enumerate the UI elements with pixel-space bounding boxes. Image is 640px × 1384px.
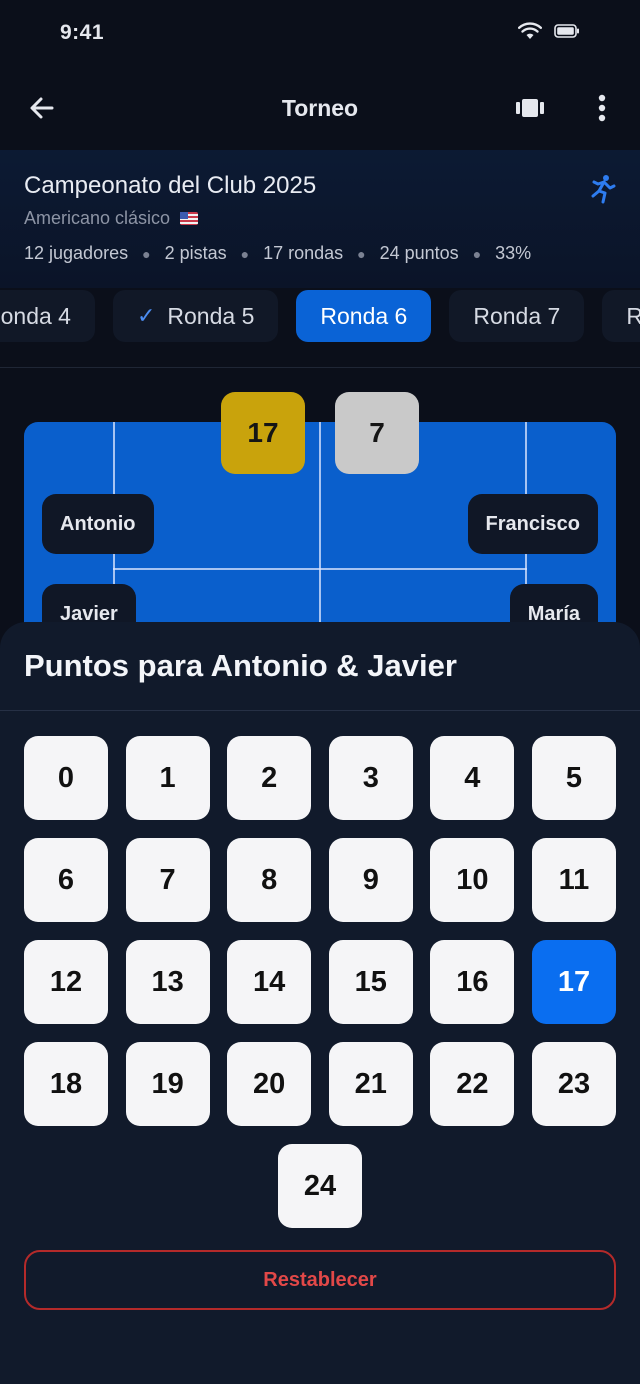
sheet-title: Puntos para Antonio & Javier <box>24 648 457 683</box>
team-a-score[interactable]: 17 <box>221 392 305 474</box>
more-options-button[interactable] <box>574 80 630 136</box>
separator-dot: ● <box>472 245 482 262</box>
divider <box>0 710 640 711</box>
tab-label: Ronda 5 <box>167 302 255 329</box>
separator-dot: ● <box>240 245 250 262</box>
tab-label: Ronda 7 <box>473 302 561 329</box>
tab-ronda-8[interactable]: Ronda 8 <box>602 290 640 342</box>
app-bar: Torneo <box>0 66 640 150</box>
points-button-24[interactable]: 24 <box>277 1144 362 1228</box>
stat-progress: 33% <box>495 243 532 263</box>
tournament-format: Americano clásico <box>24 208 171 228</box>
wifi-icon <box>518 21 542 45</box>
points-button-6[interactable]: 6 <box>24 838 108 922</box>
points-button-19[interactable]: 19 <box>125 1042 210 1126</box>
separator-dot: ● <box>142 245 151 262</box>
status-bar: 9:41 <box>0 0 640 66</box>
check-icon: ✓ <box>136 303 156 328</box>
points-button-3[interactable]: 3 <box>328 736 413 820</box>
more-vert-icon <box>598 94 606 122</box>
us-flag-icon <box>180 212 199 225</box>
player-team-a-1: Antonio <box>42 494 154 554</box>
tournament-subtitle: Americano clásico <box>24 208 616 229</box>
points-button-22[interactable]: 22 <box>430 1042 515 1126</box>
status-icons <box>518 21 580 45</box>
tournament-stats: 12 jugadores ● 2 pistas ● 17 rondas ● 24… <box>24 243 616 264</box>
runner-button[interactable] <box>590 174 616 209</box>
tab-ronda-6[interactable]: Ronda 6 <box>296 290 432 342</box>
tab-label: Ronda 6 <box>320 302 408 329</box>
tournament-header: Campeonato del Club 2025 Americano clási… <box>0 150 640 288</box>
battery-icon <box>554 23 580 43</box>
arrow-back-icon <box>30 97 54 119</box>
points-button-8[interactable]: 8 <box>227 838 312 922</box>
points-button-16[interactable]: 16 <box>430 940 515 1024</box>
points-button-21[interactable]: 21 <box>328 1042 413 1126</box>
separator-dot: ● <box>357 245 366 262</box>
player-team-b-1: Francisco <box>467 494 598 554</box>
points-button-1[interactable]: 1 <box>125 736 210 820</box>
points-button-12[interactable]: 12 <box>24 940 108 1024</box>
tab-ronda-5[interactable]: ✓ Ronda 5 <box>112 290 279 342</box>
tab-label: Ronda 4 <box>0 302 71 329</box>
reset-button[interactable]: Restablecer <box>24 1250 616 1310</box>
tournament-title: Campeonato del Club 2025 <box>24 172 317 199</box>
points-button-11[interactable]: 11 <box>531 838 616 922</box>
court-area: 17 7 Antonio Javier Francisco María <box>0 368 640 682</box>
points-bottom-sheet: Puntos para Antonio & Javier 01234567891… <box>0 622 640 1384</box>
stat-rounds: 17 rondas <box>263 243 344 263</box>
points-button-4[interactable]: 4 <box>430 736 515 820</box>
points-button-14[interactable]: 14 <box>227 940 312 1024</box>
tab-label: Ronda 8 <box>626 303 640 330</box>
tab-ronda-4[interactable]: Ronda 4 <box>0 290 95 342</box>
back-button[interactable] <box>14 80 70 136</box>
stat-points: 24 puntos <box>379 243 459 263</box>
points-button-18[interactable]: 18 <box>24 1042 108 1126</box>
points-button-13[interactable]: 13 <box>125 940 210 1024</box>
points-button-9[interactable]: 9 <box>328 838 413 922</box>
points-button-10[interactable]: 10 <box>430 838 515 922</box>
screen-share-icon <box>516 99 544 117</box>
round-tabs-track: Ronda 4 ✓ Ronda 5 Ronda 6 Ronda 7 Ronda … <box>0 290 640 342</box>
tab-ronda-7[interactable]: Ronda 7 <box>449 290 585 342</box>
screen-share-button[interactable] <box>502 80 558 136</box>
points-button-5[interactable]: 5 <box>531 736 616 820</box>
points-button-0[interactable]: 0 <box>24 736 108 820</box>
stat-courts: 2 pistas <box>164 243 227 263</box>
court-line <box>113 568 527 570</box>
points-grid: 0 1 2 3 4 5 6 7 8 9 10 11 12 13 14 15 16 17 18 19 20 21 22 23 24 <box>24 736 616 1228</box>
points-button-17[interactable]: 17 <box>531 940 616 1024</box>
points-button-2[interactable]: 2 <box>227 736 312 820</box>
points-button-7[interactable]: 7 <box>125 838 210 922</box>
points-button-23[interactable]: 23 <box>531 1042 616 1126</box>
status-time: 9:41 <box>60 21 105 44</box>
points-button-15[interactable]: 15 <box>328 940 413 1024</box>
stat-players: 12 jugadores <box>24 243 129 263</box>
points-button-20[interactable]: 20 <box>227 1042 312 1126</box>
round-tabs: Ronda 4 ✓ Ronda 5 Ronda 6 Ronda 7 Ronda … <box>0 288 640 368</box>
runner-icon <box>591 175 616 204</box>
team-b-score[interactable]: 7 <box>335 392 419 474</box>
